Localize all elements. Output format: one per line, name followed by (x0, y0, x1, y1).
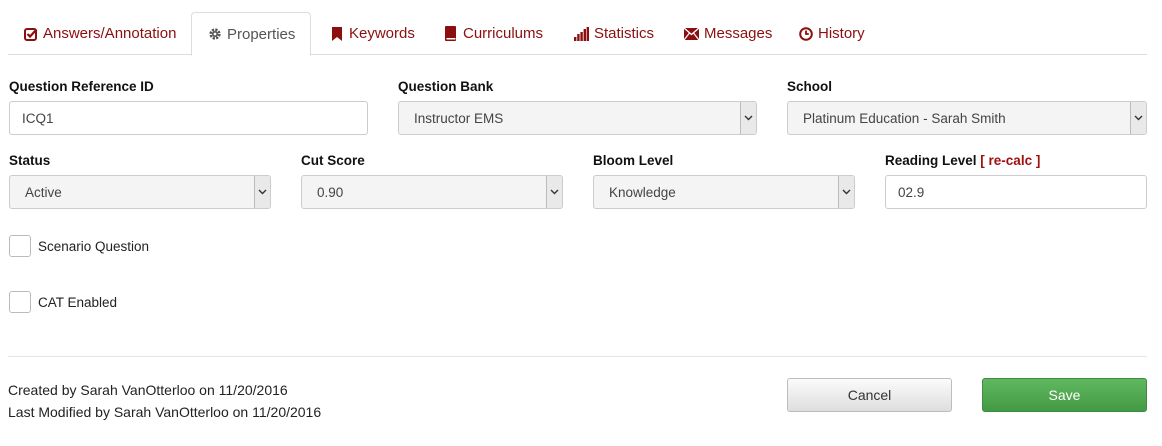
tab-curriculums[interactable]: Curriculums (443, 12, 543, 55)
book-icon (443, 26, 458, 41)
tab-history[interactable]: History (798, 12, 865, 55)
cut-score-value: 0.90 (317, 184, 344, 200)
bloom-level-value: Knowledge (609, 184, 676, 200)
question-reference-id-value: ICQ1 (22, 110, 54, 126)
reading-level-label: Reading Level [ re-calc ] (885, 153, 1040, 168)
question-bank-label: Question Bank (398, 79, 494, 94)
reading-level-label-text: Reading Level (885, 153, 977, 168)
status-value: Active (25, 184, 62, 200)
scenario-question-checkbox[interactable] (9, 235, 31, 257)
tab-answers-annotation[interactable]: Answers/Annotation (23, 12, 176, 55)
chevron-down-icon (254, 176, 270, 208)
reading-level-input[interactable]: 02.9 (885, 175, 1147, 209)
divider (8, 356, 1147, 357)
tab-properties[interactable]: Properties (191, 12, 312, 56)
tab-label: History (818, 25, 865, 42)
bar-chart-icon (574, 26, 589, 41)
bloom-level-label: Bloom Level (593, 153, 674, 168)
gear-icon (207, 27, 222, 42)
last-modified-text: Last Modified by Sarah VanOtterloo on 11… (8, 404, 322, 420)
school-label: School (787, 79, 833, 94)
cat-enabled-checkbox[interactable] (9, 291, 31, 313)
bloom-level-select[interactable]: Knowledge (593, 175, 855, 209)
reading-level-value: 02.9 (898, 184, 925, 200)
chevron-down-icon (838, 176, 854, 208)
save-button[interactable]: Save (982, 378, 1147, 412)
question-bank-select[interactable]: Instructor EMS (398, 101, 757, 135)
tab-label: Statistics (594, 25, 655, 42)
status-label: Status (9, 153, 51, 168)
tab-label: Properties (227, 25, 296, 43)
tab-bar: Answers/Annotation Properties Keywords C… (8, 12, 1147, 56)
created-by-text: Created by Sarah VanOtterloo on 11/20/20… (8, 382, 288, 398)
chevron-down-icon (1130, 102, 1146, 134)
cancel-button[interactable]: Cancel (787, 378, 952, 412)
tab-keywords[interactable]: Keywords (329, 12, 415, 55)
question-bank-value: Instructor EMS (414, 110, 504, 126)
question-reference-id-input[interactable]: ICQ1 (9, 101, 368, 135)
bookmark-icon (329, 26, 344, 41)
tab-messages[interactable]: Messages (684, 12, 772, 55)
chevron-down-icon (546, 176, 562, 208)
recalc-link[interactable]: [ re-calc ] (980, 153, 1040, 168)
tab-label: Answers/Annotation (43, 25, 177, 42)
tab-label: Messages (704, 25, 773, 42)
tab-label: Curriculums (463, 25, 544, 42)
status-select[interactable]: Active (9, 175, 271, 209)
school-select[interactable]: Platinum Education - Sarah Smith (787, 101, 1147, 135)
chevron-down-icon (740, 102, 756, 134)
clock-icon (798, 26, 813, 41)
school-value: Platinum Education - Sarah Smith (803, 110, 1006, 126)
cut-score-select[interactable]: 0.90 (301, 175, 563, 209)
cat-enabled-label: CAT Enabled (38, 295, 118, 310)
scenario-question-label: Scenario Question (38, 239, 150, 254)
question-reference-id-label: Question Reference ID (9, 79, 154, 94)
tab-statistics[interactable]: Statistics (574, 12, 654, 55)
cut-score-label: Cut Score (301, 153, 365, 168)
envelope-icon (684, 26, 699, 41)
tab-label: Keywords (349, 25, 415, 42)
check-square-icon (23, 26, 38, 41)
